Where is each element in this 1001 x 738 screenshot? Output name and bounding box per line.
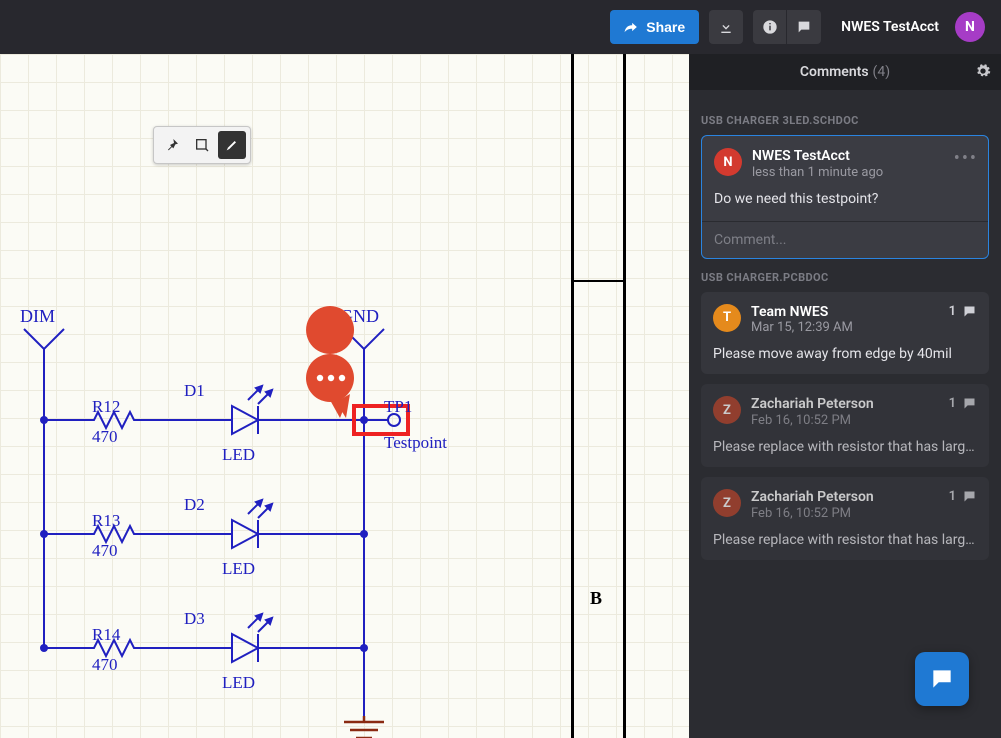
comment-card[interactable]: Z Zachariah Peterson Feb 16, 10:52 PM 1 … (701, 384, 989, 467)
comments-panel: Comments (4) USB CHARGER 3LED.SCHDOC N N… (689, 54, 1001, 738)
comment-author: Team NWES (751, 304, 853, 321)
section-label: USB CHARGER.PCBDOC (701, 271, 989, 284)
download-button[interactable] (709, 10, 743, 44)
main: B DIM GND (0, 54, 1001, 738)
reply-icon (962, 489, 977, 504)
gnd-symbol: GND (338, 716, 384, 738)
diode-ref: D2 (184, 495, 205, 514)
resistor-ref: R13 (92, 511, 120, 530)
schematic-canvas[interactable]: B DIM GND (0, 54, 689, 738)
diode-type: LED (222, 559, 255, 578)
comment-avatar: T (713, 304, 741, 332)
share-icon (624, 20, 638, 34)
info-icon (762, 19, 778, 35)
chat-fab-icon (929, 666, 955, 692)
panel-title: Comments (800, 64, 869, 80)
diode-type: LED (222, 673, 255, 692)
comment-avatar: Z (713, 489, 741, 517)
reply-badge: 1 (949, 304, 977, 319)
gear-icon (975, 63, 991, 79)
comment-text: Please replace with resistor that has la… (713, 438, 977, 457)
share-button[interactable]: Share (610, 10, 699, 44)
comment-text: Please move away from edge by 40mil (713, 345, 977, 364)
comment-card[interactable]: N NWES TestAcct less than 1 minute ago •… (701, 135, 989, 259)
chat-button[interactable] (787, 10, 821, 44)
account-avatar[interactable]: N (955, 12, 985, 42)
section-label: USB CHARGER 3LED.SCHDOC (701, 114, 989, 127)
comment-card[interactable]: T Team NWES Mar 15, 12:39 AM 1 Please mo… (701, 292, 989, 375)
share-label: Share (646, 19, 685, 35)
diode-ref: D1 (184, 381, 205, 400)
testpoint-name: Testpoint (384, 433, 447, 452)
reply-badge: 1 (949, 396, 977, 411)
download-icon (718, 19, 734, 35)
resistor-val: 470 (92, 427, 118, 446)
led-symbol (232, 386, 272, 434)
comment-time: less than 1 minute ago (752, 165, 883, 180)
topbar: Share NWES TestAcct N (0, 0, 1001, 54)
diode-ref: D3 (184, 609, 205, 628)
schematic-svg: DIM GND R12 470 D1 (0, 54, 689, 738)
comment-avatar: N (714, 148, 742, 176)
reply-icon (962, 396, 977, 411)
testpoint-ref: TP1 (384, 397, 412, 416)
comment-avatar: Z (713, 396, 741, 424)
resistor-val: 470 (92, 655, 118, 674)
comment-time: Feb 16, 10:52 PM (751, 506, 874, 521)
comment-text: Do we need this testpoint? (714, 190, 976, 209)
chat-fab[interactable] (915, 652, 969, 706)
comment-card[interactable]: Z Zachariah Peterson Feb 16, 10:52 PM 1 … (701, 477, 989, 560)
net-dim-label: DIM (20, 306, 55, 326)
comments-count: (4) (873, 64, 891, 80)
chat-icon (796, 19, 812, 35)
resistor-val: 470 (92, 541, 118, 560)
comment-author: Zachariah Peterson (751, 396, 874, 413)
reply-badge: 1 (949, 489, 977, 504)
comment-author: NWES TestAcct (752, 148, 883, 165)
schem-row: R13 470 D2 LED (40, 495, 368, 578)
comment-text: Please replace with resistor that has la… (713, 531, 977, 550)
reply-icon (962, 304, 977, 319)
comment-author: Zachariah Peterson (751, 489, 874, 506)
reply-input[interactable]: Comment... (702, 221, 988, 258)
net-dim: DIM (20, 306, 64, 420)
resistor-ref: R12 (92, 397, 120, 416)
panel-header: Comments (4) (689, 54, 1001, 90)
testpoint: TP1 Testpoint (354, 397, 447, 452)
comment-time: Mar 15, 12:39 AM (751, 320, 853, 335)
schem-row: R14 470 D3 LED (40, 609, 368, 692)
account-name: NWES TestAcct (841, 19, 939, 35)
diode-type: LED (222, 445, 255, 464)
info-button[interactable] (753, 10, 787, 44)
led-symbol (232, 500, 272, 548)
led-symbol (232, 614, 272, 662)
comment-marker[interactable] (306, 306, 354, 418)
comment-time: Feb 16, 10:52 PM (751, 413, 874, 428)
panel-settings-button[interactable] (975, 63, 991, 83)
card-menu-button[interactable]: ••• (954, 148, 978, 169)
info-group (753, 10, 821, 44)
panel-body[interactable]: USB CHARGER 3LED.SCHDOC N NWES TestAcct … (689, 90, 1001, 738)
